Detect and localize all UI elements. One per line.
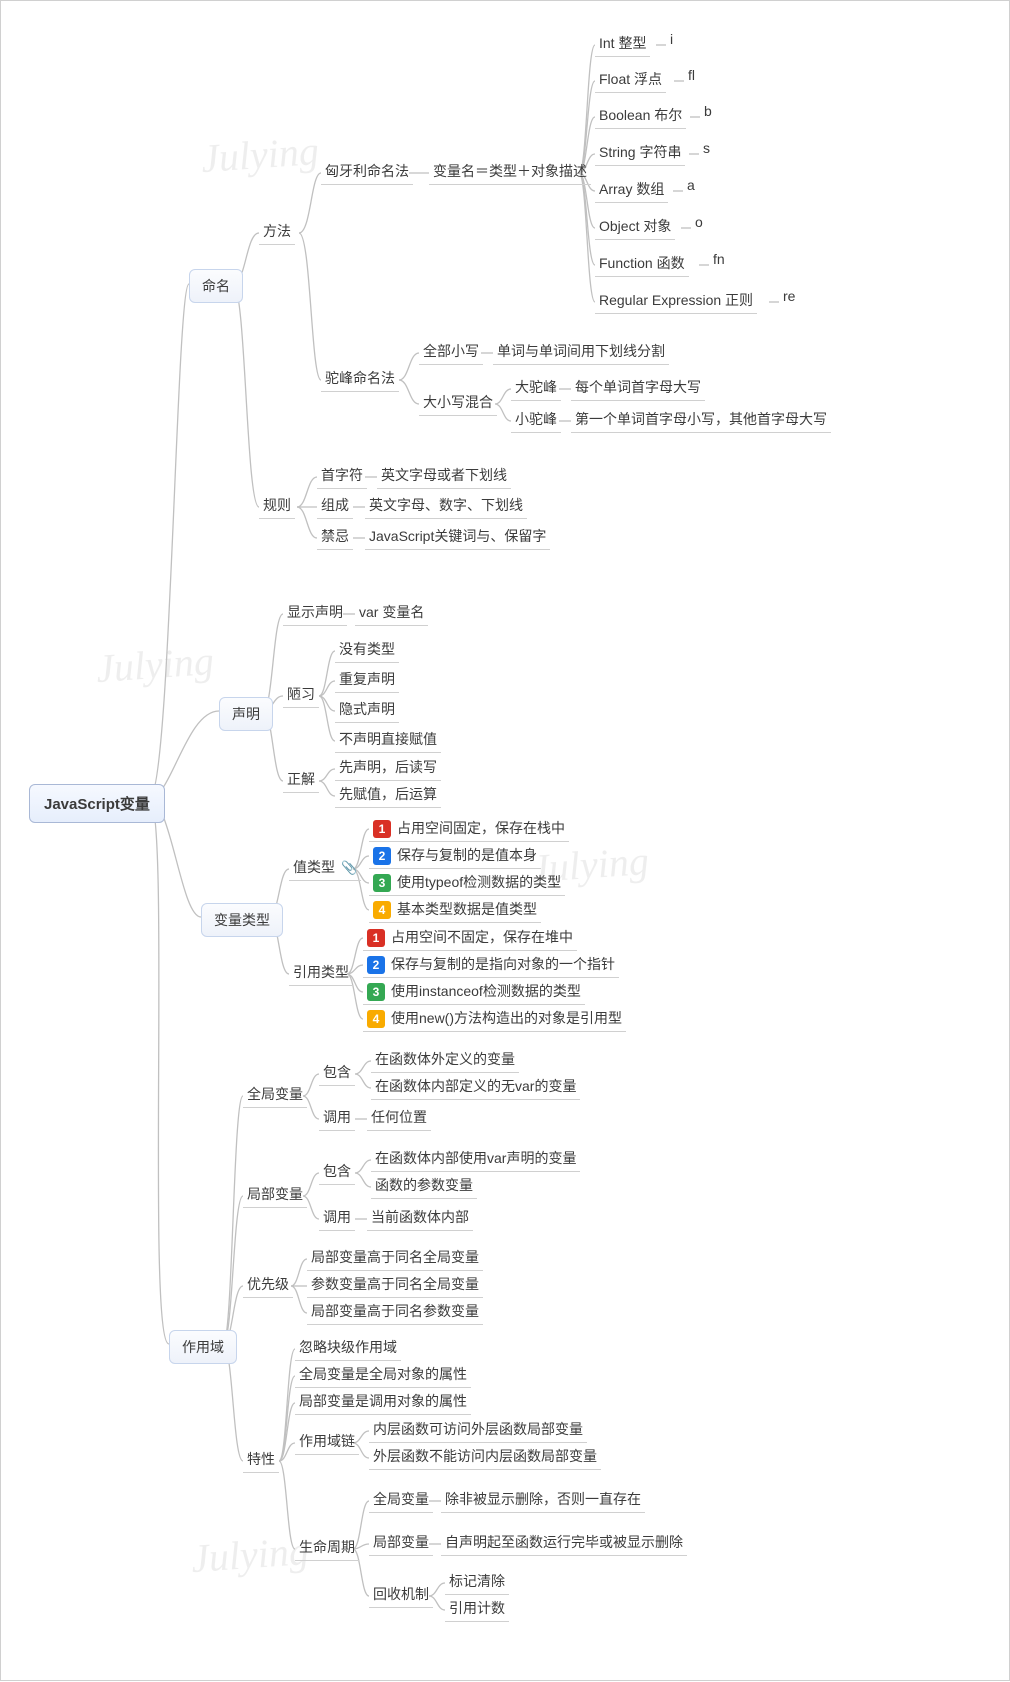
type-string-s: s <box>699 138 714 159</box>
bad-0: 没有类型 <box>335 637 399 663</box>
feat-1: 全局变量是全局对象的属性 <box>295 1362 471 1388</box>
type-array-s: a <box>683 175 699 196</box>
node-camel: 驼峰命名法 <box>321 366 399 392</box>
type-int-s: i <box>666 29 677 50</box>
correct-1: 先赋值，后运算 <box>335 782 441 808</box>
node-hungarian-detail: 变量名＝类型＋对象描述 <box>429 159 591 185</box>
node-explicit: 显示声明 <box>283 600 347 626</box>
type-float: Float 浮点 <box>595 67 666 93</box>
node-feature: 特性 <box>243 1447 279 1473</box>
life-global: 全局变量 <box>369 1487 433 1513</box>
life-local: 局部变量 <box>369 1530 433 1556</box>
node-bad: 陋习 <box>283 682 319 708</box>
vt-0: 1占用空间固定，保存在栈中 <box>369 816 569 842</box>
node-all-lower-detail: 单词与单词间用下划线分割 <box>493 339 669 365</box>
feat-0: 忽略块级作用域 <box>295 1335 401 1361</box>
paperclip-icon: 📎 <box>341 860 357 876</box>
node-method: 方法 <box>259 219 295 245</box>
pri-0: 局部变量高于同名全局变量 <box>307 1245 483 1271</box>
node-local: 局部变量 <box>243 1182 307 1208</box>
node-first-char-d: 英文字母或者下划线 <box>377 463 511 489</box>
rt-3: 4使用new()方法构造出的对象是引用型 <box>363 1006 626 1032</box>
root-node: JavaScript变量 <box>29 784 165 823</box>
node-all-lower: 全部小写 <box>419 339 483 365</box>
node-declare: 声明 <box>219 697 273 731</box>
node-naming: 命名 <box>189 269 243 303</box>
node-small-camel-d: 第一个单词首字母小写，其他首字母大写 <box>571 407 831 433</box>
pri-1: 参数变量高于同名全局变量 <box>307 1272 483 1298</box>
node-explicit-d: var 变量名 <box>355 600 428 626</box>
node-compose-d: 英文字母、数字、下划线 <box>365 493 527 519</box>
node-compose: 组成 <box>317 493 353 519</box>
type-array: Array 数组 <box>595 177 668 203</box>
type-float-s: fl <box>684 65 699 86</box>
gc-1: 引用计数 <box>445 1596 509 1622</box>
bad-1: 重复声明 <box>335 667 399 693</box>
node-value-type: 值类型📎 <box>289 855 361 881</box>
node-priority: 优先级 <box>243 1272 293 1298</box>
life-local-d: 自声明起至函数运行完毕或被显示删除 <box>441 1530 687 1556</box>
global-include-0: 在函数体外定义的变量 <box>371 1047 519 1073</box>
node-global: 全局变量 <box>243 1082 307 1108</box>
type-regex-s: re <box>779 286 799 307</box>
node-rule: 规则 <box>259 493 295 519</box>
type-object-s: o <box>691 212 707 233</box>
type-object: Object 对象 <box>595 214 675 240</box>
global-call: 调用 <box>319 1105 355 1131</box>
global-include: 包含 <box>319 1060 355 1086</box>
vt-1: 2保存与复制的是值本身 <box>369 843 541 869</box>
bad-2: 隐式声明 <box>335 697 399 723</box>
node-ref-type: 引用类型 <box>289 960 353 986</box>
local-call: 调用 <box>319 1205 355 1231</box>
chain-0: 内层函数可访问外层函数局部变量 <box>369 1417 587 1443</box>
type-int: Int 整型 <box>595 31 650 57</box>
type-bool-s: b <box>700 101 716 122</box>
rt-2: 3使用instanceof检测数据的类型 <box>363 979 585 1005</box>
chain-1: 外层函数不能访问内层函数局部变量 <box>369 1444 601 1470</box>
node-taboo: 禁忌 <box>317 524 353 550</box>
local-include-0: 在函数体内部使用var声明的变量 <box>371 1146 580 1172</box>
vt-3: 4基本类型数据是值类型 <box>369 897 541 923</box>
local-include-1: 函数的参数变量 <box>371 1173 477 1199</box>
local-call-d: 当前函数体内部 <box>367 1205 473 1231</box>
local-include: 包含 <box>319 1159 355 1185</box>
node-correct: 正解 <box>283 767 319 793</box>
feat-2: 局部变量是调用对象的属性 <box>295 1389 471 1415</box>
type-function-s: fn <box>709 249 729 270</box>
node-chain: 作用域链 <box>295 1429 359 1455</box>
bad-3: 不声明直接赋值 <box>335 727 441 753</box>
correct-0: 先声明，后读写 <box>335 755 441 781</box>
vt-2: 3使用typeof检测数据的类型 <box>369 870 565 896</box>
pri-2: 局部变量高于同名参数变量 <box>307 1299 483 1325</box>
node-hungarian: 匈牙利命名法 <box>321 159 413 185</box>
global-call-d: 任何位置 <box>367 1105 431 1131</box>
node-scope: 作用域 <box>169 1330 237 1364</box>
rt-1: 2保存与复制的是指向对象的一个指针 <box>363 952 619 978</box>
node-small-camel: 小驼峰 <box>511 407 561 433</box>
life-gc: 回收机制 <box>369 1582 433 1608</box>
global-include-1: 在函数体内部定义的无var的变量 <box>371 1074 580 1100</box>
node-vartype: 变量类型 <box>201 903 283 937</box>
node-life: 生命周期 <box>295 1535 359 1561</box>
node-taboo-d: JavaScript关键词与、保留字 <box>365 524 550 550</box>
rt-0: 1占用空间不固定，保存在堆中 <box>363 925 577 951</box>
life-global-d: 除非被显示删除，否则一直存在 <box>441 1487 645 1513</box>
node-mixed: 大小写混合 <box>419 390 497 416</box>
node-big-camel: 大驼峰 <box>511 375 561 401</box>
node-big-camel-d: 每个单词首字母大写 <box>571 375 705 401</box>
type-regex: Regular Expression 正则 <box>595 288 757 314</box>
gc-0: 标记清除 <box>445 1569 509 1595</box>
type-string: String 字符串 <box>595 140 685 166</box>
type-bool: Boolean 布尔 <box>595 103 686 129</box>
type-function: Function 函数 <box>595 251 689 277</box>
node-first-char: 首字符 <box>317 463 367 489</box>
